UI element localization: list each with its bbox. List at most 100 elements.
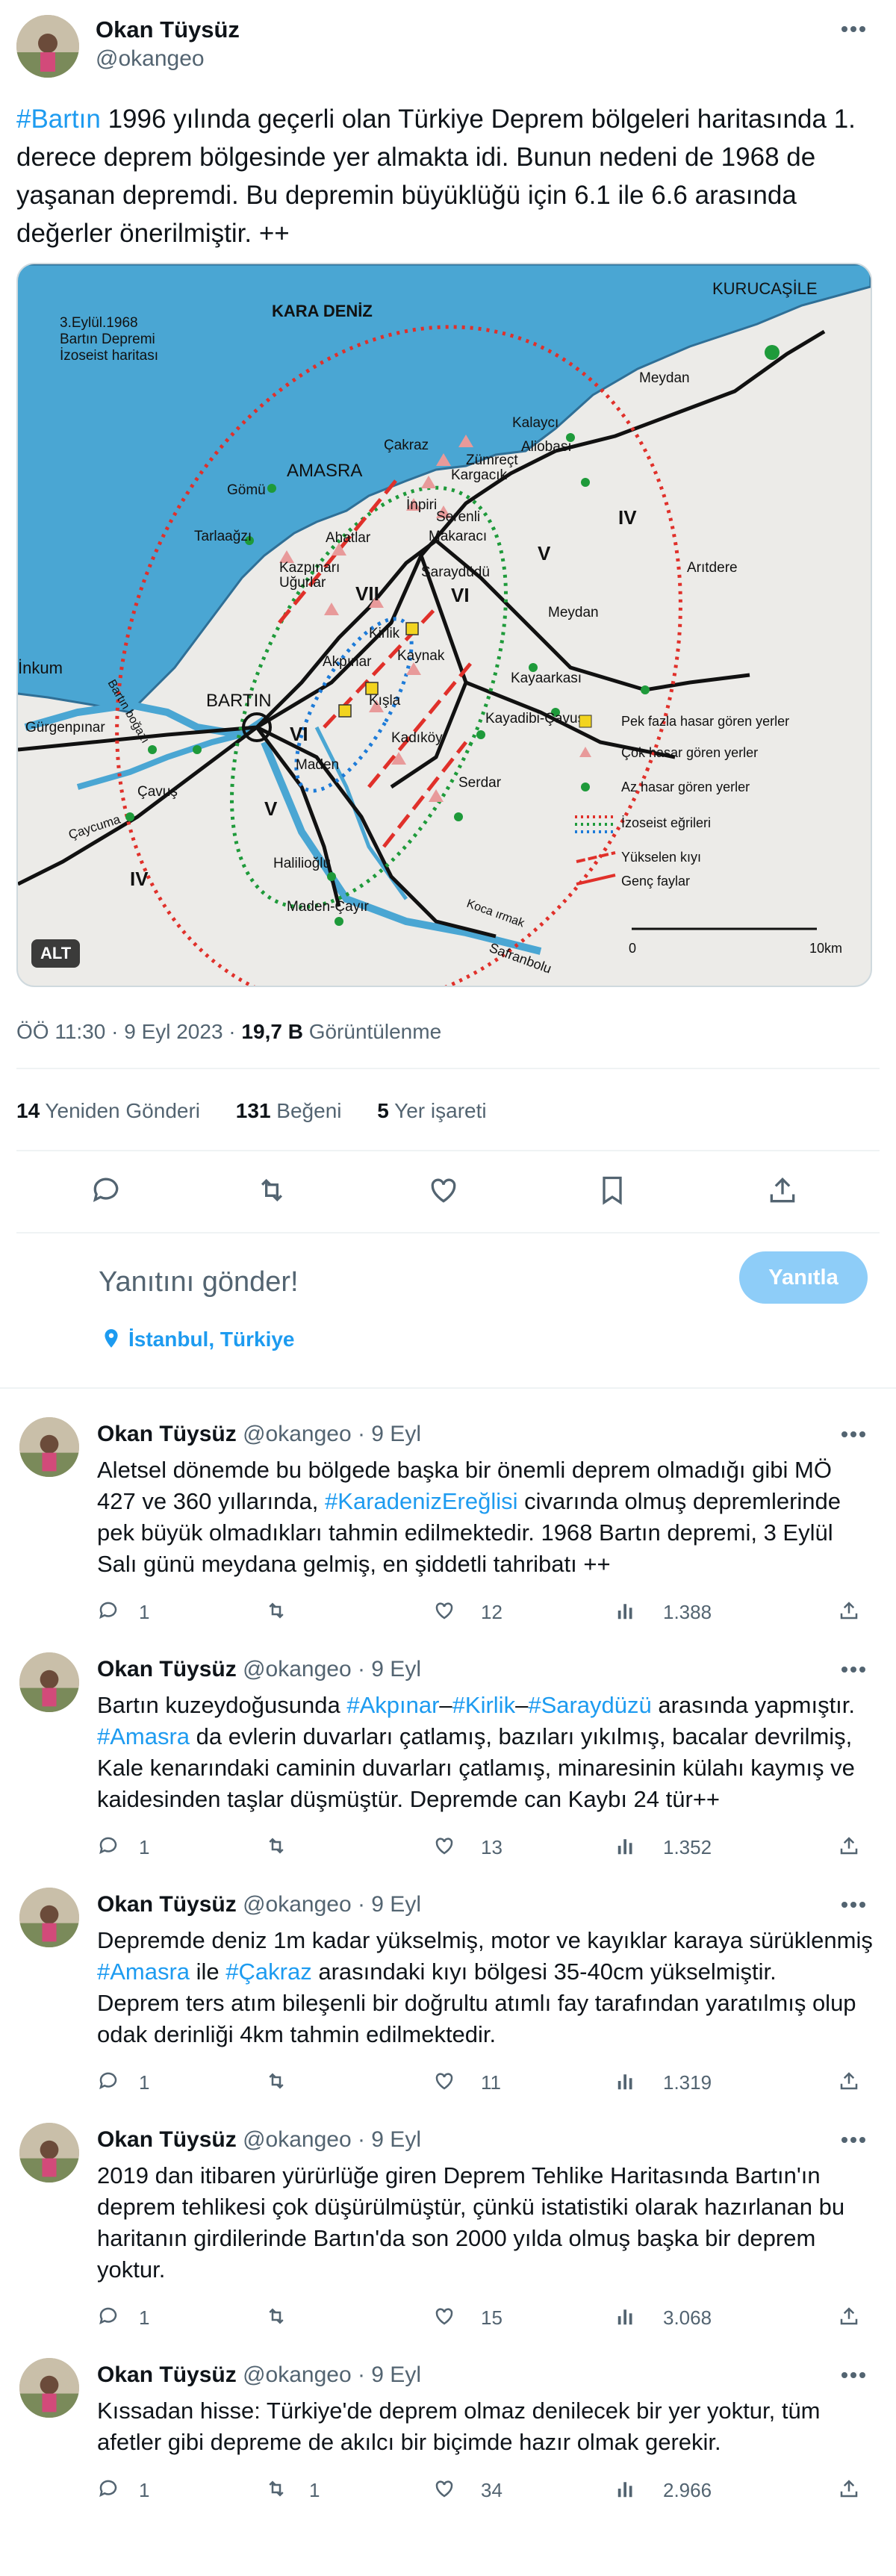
reply-text: Kıssadan hisse: Türkiye'de deprem olmaz … — [97, 2395, 881, 2458]
place-makaraci: Makaracı — [429, 529, 487, 544]
reply-tweet[interactable]: Okan Tüysüz @okangeo · 9 Eyl 2019 dan iti… — [0, 2117, 896, 2341]
views-count: 3.068 — [663, 2306, 712, 2329]
avatar[interactable] — [19, 2358, 79, 2418]
views-icon[interactable] — [615, 1599, 638, 1622]
reply-icon[interactable] — [97, 2305, 119, 2327]
reply-count: 1 — [139, 1601, 150, 1623]
author-meta[interactable]: @okangeo · 9 Eyl — [243, 1892, 421, 1917]
likes-stat[interactable]: 131 Beğeni — [236, 1099, 342, 1122]
author-name[interactable]: Okan Tüysüz — [97, 2127, 237, 2152]
bookmark-icon[interactable] — [596, 1174, 629, 1207]
reply-header: Okan Tüysüz @okangeo · 9 Eyl — [97, 2362, 421, 2388]
hashtag-link[interactable]: #Saraydüzü — [528, 1692, 651, 1718]
reply-tweet[interactable]: Okan Tüysüz @okangeo · 9 Eyl Kıssadan his… — [0, 2352, 896, 2576]
place-serdar: Serdar — [458, 775, 502, 791]
like-icon[interactable] — [433, 1599, 455, 1622]
author-name[interactable]: Okan Tüysüz — [97, 1657, 237, 1681]
reply-icon[interactable] — [97, 2070, 119, 2092]
like-icon[interactable] — [433, 2305, 455, 2327]
like-icon[interactable] — [433, 2070, 455, 2092]
place-kurucasile: KURUCAŞİLE — [712, 279, 818, 298]
retweets-stat[interactable]: 14 Yeniden Gönderi — [16, 1099, 200, 1122]
retweet-icon[interactable] — [264, 2070, 288, 2092]
place-inpiri: İnpiri — [406, 497, 437, 513]
avatar[interactable] — [19, 1652, 79, 1712]
reply-text: Bartın kuzeydoğusunda #Akpınar–#Kirlik–#… — [97, 1690, 881, 1815]
more-options-icon[interactable] — [841, 25, 866, 33]
author-name[interactable]: Okan Tüysüz — [97, 1892, 237, 1917]
more-options-icon[interactable] — [841, 2371, 866, 2379]
bookmarks-stat[interactable]: 5 Yer işareti — [377, 1099, 486, 1122]
views-icon[interactable] — [615, 2305, 638, 2327]
author-meta[interactable]: @okangeo · 9 Eyl — [243, 2127, 421, 2152]
like-icon[interactable] — [433, 1835, 455, 1857]
more-options-icon[interactable] — [841, 2136, 866, 2144]
retweet-icon[interactable] — [264, 1835, 288, 1857]
hashtag-link[interactable]: #Bartın — [16, 105, 101, 134]
place-koca-irmak: Koca ırmak — [465, 897, 527, 930]
intensity-vii: VII — [355, 582, 379, 605]
reply-text-segment: Aletsel dönemde bu bölgede başka bir öne… — [97, 1457, 832, 1483]
like-icon[interactable] — [427, 1174, 460, 1207]
scale-start: 0 — [629, 941, 636, 956]
reply-text-segment: civarında olmuş depremlerinde — [517, 1488, 841, 1514]
reply-count: 1 — [139, 1836, 150, 1858]
reply-tweet[interactable]: Okan Tüysüz @okangeo · 9 Eyl Depremde den… — [0, 1882, 896, 2106]
views-icon[interactable] — [615, 2070, 638, 2092]
hashtag-link[interactable]: #Kirlik — [452, 1692, 515, 1718]
reply-tweet[interactable]: Okan Tüysüz @okangeo · 9 Eyl Aletsel döne… — [0, 1411, 896, 1635]
hashtag-link[interactable]: #Çakraz — [225, 1959, 311, 1985]
reply-input[interactable]: Yanıtını gönder! — [99, 1266, 299, 1298]
more-options-icon[interactable] — [841, 1431, 866, 1438]
author-handle[interactable]: @okangeo — [96, 46, 205, 72]
views-icon[interactable] — [615, 1835, 638, 1857]
avatar[interactable] — [19, 1417, 79, 1477]
place-bartin: BARTIN — [206, 691, 272, 711]
reply-count: 1 — [139, 2479, 150, 2501]
reply-icon[interactable] — [97, 1599, 119, 1622]
more-options-icon[interactable] — [841, 1901, 866, 1908]
share-icon[interactable] — [838, 1835, 860, 1857]
map-image[interactable]: 3.Eylül.1968 Bartın Depremi İzoseist har… — [16, 263, 872, 987]
author-name[interactable]: Okan Tüysüz — [96, 16, 240, 43]
hashtag-link[interactable]: #Amasra — [97, 1723, 190, 1749]
hashtag-link[interactable]: #Akpınar — [346, 1692, 439, 1718]
more-options-icon[interactable] — [841, 1666, 866, 1673]
alt-badge[interactable]: ALT — [31, 939, 81, 968]
avatar[interactable] — [19, 1888, 79, 1947]
location-tag[interactable]: İstanbul, Türkiye — [128, 1328, 295, 1351]
hashtag-link[interactable]: #Amasra — [97, 1959, 190, 1985]
share-icon[interactable] — [838, 1599, 860, 1622]
reply-header: Okan Tüysüz @okangeo · 9 Eyl — [97, 1422, 421, 1447]
reply-button[interactable]: Yanıtla — [739, 1251, 868, 1304]
reply-tweet[interactable]: Okan Tüysüz @okangeo · 9 Eyl Bartın kuzey… — [0, 1646, 896, 1870]
retweet-icon[interactable] — [264, 1599, 288, 1622]
like-icon[interactable] — [433, 2477, 455, 2500]
reply-icon[interactable] — [97, 2477, 119, 2500]
author-meta[interactable]: @okangeo · 9 Eyl — [243, 1657, 421, 1681]
retweet-icon[interactable] — [264, 2477, 288, 2500]
author-name[interactable]: Okan Tüysüz — [97, 2362, 237, 2387]
views-count: 1.352 — [663, 1836, 712, 1858]
views-icon[interactable] — [615, 2477, 638, 2500]
reply-text-segment: – — [439, 1692, 452, 1718]
retweet-icon[interactable] — [264, 2305, 288, 2327]
share-icon[interactable] — [838, 2477, 860, 2500]
reply-icon[interactable] — [90, 1174, 122, 1207]
reply-icon[interactable] — [97, 1835, 119, 1857]
legend-yukselen: Yükselen kıyı — [621, 850, 701, 865]
avatar[interactable] — [16, 15, 79, 78]
avatar[interactable] — [19, 2123, 79, 2183]
reply-text-segment: yoktur. — [97, 2256, 166, 2283]
share-icon[interactable] — [838, 2070, 860, 2092]
timestamp[interactable]: ÖÖ 11:30 · 9 Eyl 2023 · — [16, 1020, 241, 1043]
share-icon[interactable] — [838, 2305, 860, 2327]
author-name[interactable]: Okan Tüysüz — [97, 1422, 237, 1446]
map-title-3: İzoseist haritası — [60, 348, 158, 364]
author-meta[interactable]: @okangeo · 9 Eyl — [243, 1422, 421, 1446]
author-meta[interactable]: @okangeo · 9 Eyl — [243, 2362, 421, 2387]
place-kisla: Kışla — [369, 693, 401, 709]
share-icon[interactable] — [766, 1174, 799, 1207]
hashtag-link[interactable]: #KaradenizEreğlisi — [325, 1488, 517, 1514]
retweet-icon[interactable] — [255, 1174, 288, 1207]
